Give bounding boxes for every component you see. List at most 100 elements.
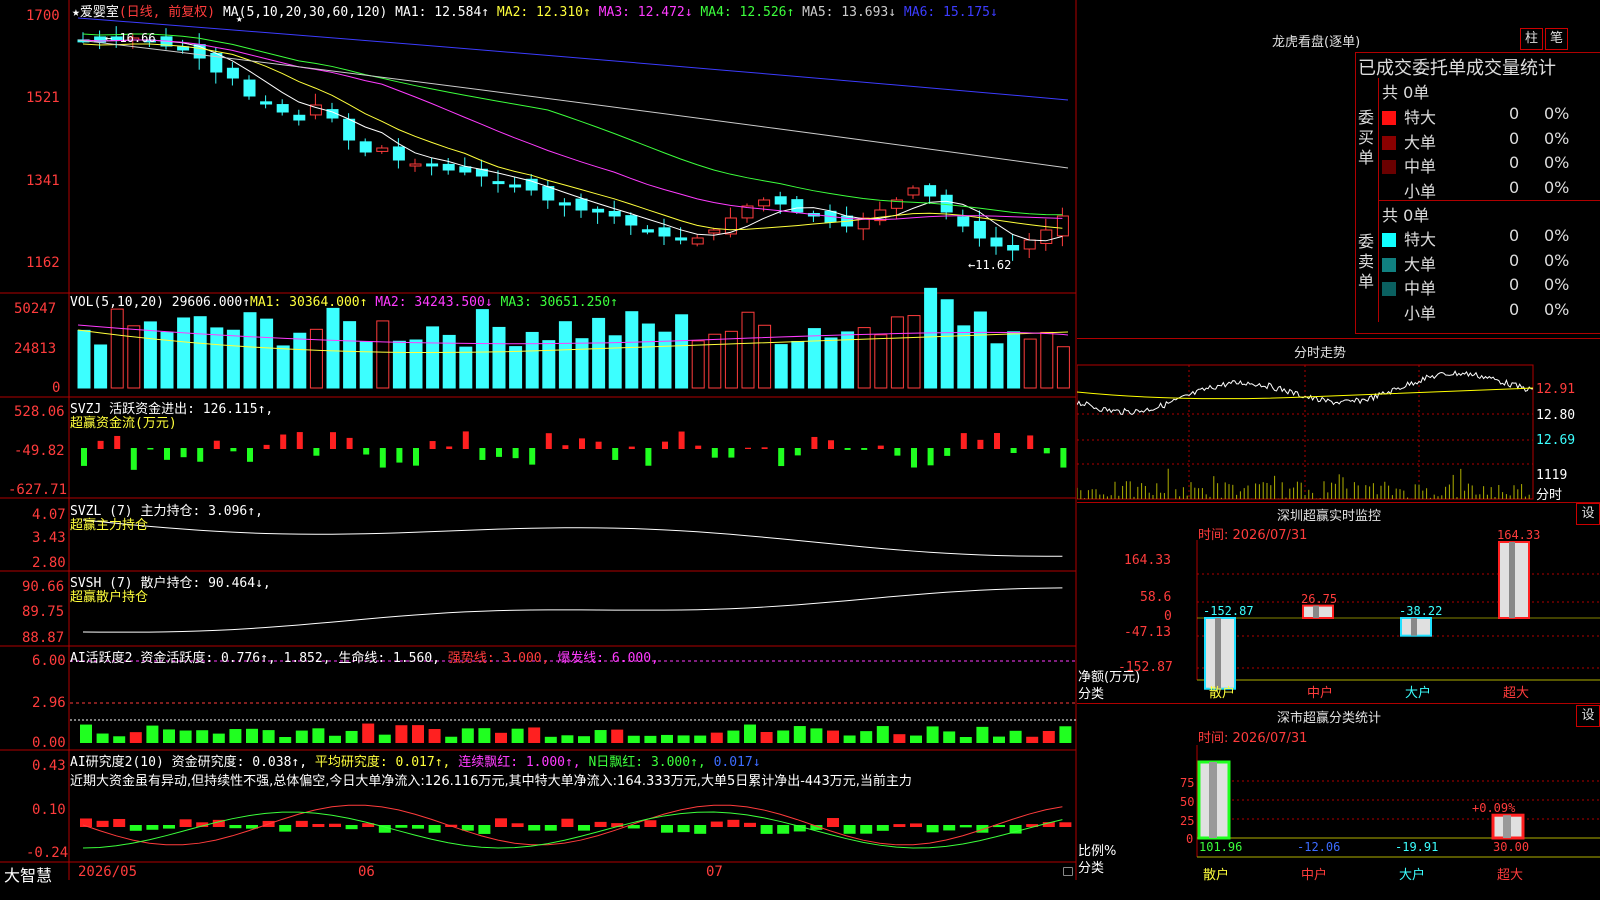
research-bar [395, 825, 408, 828]
capital-flow-bar [197, 448, 204, 462]
volume-bar [907, 315, 921, 389]
sell-group-label: 委卖单 [1358, 232, 1375, 291]
research-bar [478, 825, 491, 834]
candle-body [509, 184, 522, 188]
capital-flow-bar [1027, 435, 1034, 449]
volume-bar [874, 334, 888, 389]
candle-body [409, 163, 422, 167]
capital-flow-bar [994, 433, 1000, 449]
ai-research-header: AI研究度2(10) 资金研究度: 0.038↑, 平均研究度: 0.017↑,… [70, 751, 761, 770]
lock-icon[interactable] [1063, 867, 1073, 876]
activity-bar [594, 730, 607, 743]
candle-body [990, 237, 1003, 247]
vol-tick-1: 50247 [14, 301, 57, 317]
star-marker: ★ [236, 12, 243, 25]
ai2-tick-3: 0.00 [32, 735, 66, 751]
svzl-tick-3: 2.80 [32, 555, 66, 571]
svzl-label: 主力持仓: 3.096↑, [140, 504, 263, 519]
activity-bar [993, 736, 1005, 743]
capital-flow-bar [828, 440, 834, 449]
line-mode-button[interactable]: 笔 [1545, 28, 1568, 50]
volume-bar [525, 331, 539, 389]
volume-bar [143, 321, 157, 389]
volume-bar [973, 311, 987, 389]
svzj-sub: 超赢资金流(万元) [70, 416, 177, 431]
brand-label[interactable]: 大智慧 [4, 862, 52, 886]
capital-flow-bar [213, 440, 220, 449]
capital-flow-bar [778, 448, 785, 467]
candle-body [708, 229, 721, 234]
activity-bar [511, 728, 524, 743]
capital-flow-bar [844, 448, 851, 450]
activity-bar [843, 735, 856, 743]
volume-bar [94, 344, 108, 389]
capital-flow-bar [263, 444, 270, 449]
candle-body [459, 166, 472, 173]
volume-bar [492, 326, 506, 389]
bar-mode-button[interactable]: 柱 [1520, 28, 1543, 50]
activity-bar [544, 736, 557, 743]
divider [1077, 338, 1600, 339]
sell-row-label: 小单 [1404, 303, 1437, 323]
volume-bar [276, 345, 290, 389]
stock-title: ★爱婴室 [72, 5, 119, 20]
classify-settings-button[interactable]: 设 [1576, 705, 1600, 727]
monitor-title: 深圳超赢实时监控 [1277, 509, 1382, 524]
candle-body [724, 217, 737, 235]
capital-flow-bar [479, 448, 486, 460]
intraday-chart[interactable] [1077, 362, 1600, 502]
research-bar [827, 818, 839, 827]
research-bar [312, 823, 325, 827]
volume-bar [575, 338, 589, 389]
classify-tick-4: 0 [1186, 832, 1194, 846]
activity-bar [461, 728, 474, 743]
volume-bar [675, 314, 689, 389]
svsh-tick-3: 88.87 [22, 630, 65, 646]
research-bar [428, 825, 441, 833]
intraday-title: 分时走势 [1294, 346, 1347, 361]
classify-bar-value: 30.00 [1493, 840, 1530, 854]
capital-flow-bar [346, 437, 353, 449]
capital-flow-bar [413, 448, 419, 466]
ai-comment: 近期大资金虽有异动,但持续性不强,总体偏空,今日大单净流入:126.116万元,… [70, 774, 912, 789]
buy-row: 大单 [1382, 129, 1436, 153]
buy-row-pct: 0% [1544, 128, 1570, 148]
monitor-settings-button[interactable]: 设 [1576, 503, 1600, 525]
activity-bar [561, 735, 574, 743]
volume-bar [924, 287, 938, 389]
ma-value-6: MA6: 15.175↓ [896, 5, 998, 20]
activity-bar [760, 731, 773, 743]
ai2-tick-2: 2.96 [32, 695, 66, 711]
activity-bar [163, 729, 175, 743]
volume-bar [741, 311, 755, 389]
air-tick-1: 0.43 [32, 758, 66, 774]
research-bar [694, 825, 707, 834]
capital-flow-bar [662, 441, 668, 449]
buy-row-label: 中单 [1404, 157, 1437, 176]
sell-row-pct: 0% [1544, 250, 1570, 270]
classify-bar-value: -19.91 [1395, 840, 1439, 854]
capital-flow-bar [247, 448, 253, 462]
candle-body [625, 215, 638, 226]
price-tick-3: 1341 [26, 173, 60, 189]
capital-flow-bar [579, 438, 585, 449]
vol-header: VOL(5,10,20) 29606.000↑MA1: 30364.000↑ M… [70, 295, 618, 310]
color-swatch [1382, 307, 1396, 321]
capital-flow-bar [977, 439, 984, 449]
volume-bar [791, 340, 805, 389]
research-bar [229, 825, 242, 829]
volume-bar [77, 329, 91, 389]
capital-flow-bar [911, 448, 917, 468]
activity-bar [677, 735, 690, 743]
volume-bar [326, 307, 340, 389]
capital-flow-bar [396, 448, 403, 463]
ai2-burst: 爆发线: 6.000, [557, 651, 659, 666]
candle-body [758, 199, 771, 207]
candle-body [575, 198, 588, 211]
activity-bar [710, 732, 723, 743]
activity-bar [694, 735, 707, 743]
candle-body [359, 141, 372, 153]
activity-bar [528, 727, 541, 743]
monitor-category-label: 大户 [1405, 686, 1432, 701]
monitor-xlabel: 分类 [1078, 687, 1105, 702]
